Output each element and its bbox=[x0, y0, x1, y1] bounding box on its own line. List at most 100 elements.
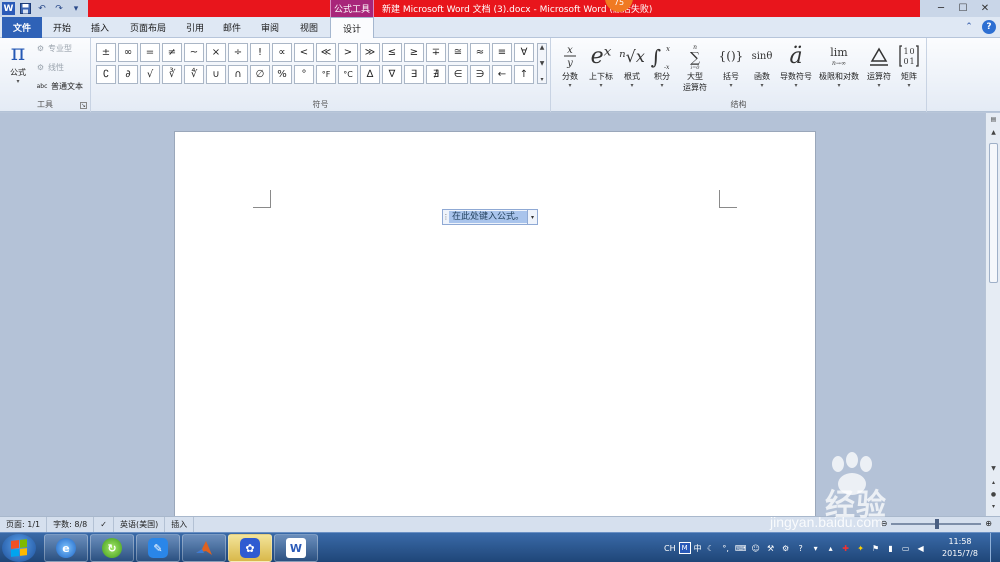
symbol-minus-plus[interactable]: ∓ bbox=[426, 43, 446, 62]
page-count[interactable]: 页面: 1/1 bbox=[0, 516, 48, 533]
symbol-not-exists[interactable]: ∄ bbox=[426, 65, 446, 84]
limit-log-button[interactable]: lim n→∞ 极限和对数 ▾ bbox=[816, 41, 862, 90]
symbol-increment[interactable]: ∆ bbox=[360, 65, 380, 84]
security-icon[interactable]: ✚ bbox=[840, 542, 852, 554]
symbol-gallery-scroller[interactable]: ▲ ▼ ▾ bbox=[537, 43, 547, 84]
dialog-launcher-icon[interactable]: ↘ bbox=[80, 102, 87, 109]
menu-icon[interactable]: ▾ bbox=[810, 542, 822, 554]
previous-page-icon[interactable]: ▴ bbox=[989, 479, 998, 488]
symbol-complement[interactable]: ∁ bbox=[96, 65, 116, 84]
tab-insert[interactable]: 插入 bbox=[82, 17, 118, 38]
document-page[interactable]: ⋮ 在此处键入公式。 ▾ bbox=[174, 131, 816, 521]
undo-icon[interactable]: ↶ bbox=[35, 2, 49, 16]
proofing-icon[interactable]: ✓ bbox=[94, 516, 114, 533]
symbol-infinity[interactable]: ∞ bbox=[118, 43, 138, 62]
symbol-for-all[interactable]: ∀ bbox=[514, 43, 534, 62]
accent-button[interactable]: ä 导数符号 ▾ bbox=[778, 41, 814, 90]
symbol-partial[interactable]: ∂ bbox=[118, 65, 138, 84]
scroll-down-icon[interactable]: ▼ bbox=[540, 60, 545, 67]
bracket-button[interactable]: {()} 括号 ▾ bbox=[716, 41, 746, 90]
symbol-celsius[interactable]: °C bbox=[338, 65, 358, 84]
tools-icon[interactable]: ⚒ bbox=[765, 542, 777, 554]
action-center-icon[interactable]: ⚑ bbox=[870, 542, 882, 554]
word-app-icon[interactable]: W bbox=[2, 2, 15, 15]
linear-button[interactable]: ⚙ 线性 bbox=[35, 62, 64, 73]
taskbar-word[interactable]: W bbox=[274, 534, 318, 562]
taskbar-editor[interactable]: ✎ bbox=[136, 534, 180, 562]
tray-ime-mode[interactable]: M bbox=[678, 542, 691, 554]
tab-view[interactable]: 视图 bbox=[290, 17, 328, 38]
show-hidden-icon[interactable]: ▴ bbox=[825, 542, 837, 554]
ruler-toggle-icon[interactable]: ▤ bbox=[989, 116, 998, 125]
equation-options-icon[interactable]: ▾ bbox=[527, 210, 537, 224]
symbol-less-than[interactable]: < bbox=[294, 43, 314, 62]
show-desktop-button[interactable] bbox=[990, 533, 1000, 562]
symbol-factorial[interactable]: ! bbox=[250, 43, 270, 62]
user-icon[interactable]: ☺ bbox=[750, 542, 762, 554]
settings-icon[interactable]: ⚙ bbox=[780, 542, 792, 554]
language-indicator[interactable]: 英语(美国) bbox=[114, 516, 166, 533]
equation-placeholder[interactable]: 在此处键入公式。 bbox=[449, 211, 528, 223]
maximize-icon[interactable]: ☐ bbox=[952, 0, 974, 17]
symbol-exists[interactable]: ∃ bbox=[404, 65, 424, 84]
symbol-fourth-root[interactable]: ∜ bbox=[184, 65, 204, 84]
tab-references[interactable]: 引用 bbox=[178, 17, 212, 38]
symbol-congruent[interactable]: ≅ bbox=[448, 43, 468, 62]
close-icon[interactable]: ✕ bbox=[974, 0, 996, 17]
normal-text-button[interactable]: abc 普通文本 bbox=[35, 81, 83, 92]
symbol-not-equal[interactable]: ≠ bbox=[162, 43, 182, 62]
start-button[interactable] bbox=[2, 534, 36, 562]
symbol-much-less[interactable]: ≪ bbox=[316, 43, 336, 62]
script-button[interactable]: eˣ 上下标 ▾ bbox=[586, 41, 616, 90]
shield-icon[interactable]: ✦ bbox=[855, 542, 867, 554]
tab-mailings[interactable]: 邮件 bbox=[214, 17, 250, 38]
integral-button[interactable]: ∫ x -x 积分 ▾ bbox=[648, 41, 676, 90]
symbol-percent[interactable]: % bbox=[272, 65, 292, 84]
scroll-down-icon[interactable]: ▼ bbox=[989, 465, 998, 474]
taskbar-ie[interactable]: e bbox=[44, 534, 88, 562]
save-icon[interactable] bbox=[18, 2, 32, 16]
large-operator-button[interactable]: n ∑ i=0 大型 运算符 bbox=[678, 41, 712, 93]
matrix-button[interactable]: 1001 矩阵 ▾ bbox=[896, 41, 922, 90]
taskbar-360[interactable]: ↻ bbox=[90, 534, 134, 562]
taskbar-matlab[interactable] bbox=[182, 534, 226, 562]
symbol-union[interactable]: ∪ bbox=[206, 65, 226, 84]
symbol-fahrenheit[interactable]: °F bbox=[316, 65, 336, 84]
tab-review[interactable]: 审阅 bbox=[252, 17, 288, 38]
symbol-identical[interactable]: ≡ bbox=[492, 43, 512, 62]
network-icon[interactable]: ▮ bbox=[885, 542, 897, 554]
formula-button[interactable]: π 公式 ▾ bbox=[6, 41, 30, 85]
vertical-scrollbar[interactable]: ▤ ▲ ▼ ▴ ● ▾ bbox=[985, 113, 1000, 516]
symbol-element-of[interactable]: ∈ bbox=[448, 65, 468, 84]
symbol-degree[interactable]: ° bbox=[294, 65, 314, 84]
tray-language[interactable]: CH bbox=[664, 544, 676, 553]
symbol-intersection[interactable]: ∩ bbox=[228, 65, 248, 84]
gallery-more-icon[interactable]: ▾ bbox=[540, 76, 543, 83]
symbol-contains[interactable]: ∋ bbox=[470, 65, 490, 84]
power-icon[interactable]: ▭ bbox=[900, 542, 912, 554]
minimize-ribbon-icon[interactable]: ⌃ bbox=[962, 20, 976, 34]
browse-object-icon[interactable]: ● bbox=[989, 491, 998, 500]
scrollbar-thumb[interactable] bbox=[989, 143, 998, 283]
symbol-equals[interactable]: = bbox=[140, 43, 160, 62]
tab-design[interactable]: 设计 bbox=[330, 17, 374, 39]
system-clock[interactable]: 11:58 2015/7/8 bbox=[940, 536, 980, 560]
symbol-tilde[interactable]: ~ bbox=[184, 43, 204, 62]
symbol-proportional[interactable]: ∝ bbox=[272, 43, 292, 62]
symbol-greater-than[interactable]: > bbox=[338, 43, 358, 62]
zoom-slider[interactable] bbox=[891, 518, 982, 529]
symbol-approx[interactable]: ≈ bbox=[470, 43, 490, 62]
customize-qat-icon[interactable]: ▾ bbox=[69, 2, 83, 16]
symbol-sqrt[interactable]: √ bbox=[140, 65, 160, 84]
zoom-slider-thumb[interactable] bbox=[935, 518, 940, 529]
fraction-button[interactable]: xy 分数 ▾ bbox=[558, 41, 582, 90]
symbol-less-equal[interactable]: ≤ bbox=[382, 43, 402, 62]
symbol-nabla[interactable]: ∇ bbox=[382, 65, 402, 84]
symbol-left-arrow[interactable]: ← bbox=[492, 65, 512, 84]
equation-box[interactable]: ⋮ 在此处键入公式。 ▾ bbox=[442, 209, 539, 225]
tab-page-layout[interactable]: 页面布局 bbox=[120, 17, 176, 38]
radical-button[interactable]: ⁿ√x 根式 ▾ bbox=[618, 41, 646, 90]
redo-icon[interactable]: ↷ bbox=[52, 2, 66, 16]
symbol-empty-set[interactable]: ∅ bbox=[250, 65, 270, 84]
tray-chinese[interactable]: 中 bbox=[694, 543, 702, 554]
